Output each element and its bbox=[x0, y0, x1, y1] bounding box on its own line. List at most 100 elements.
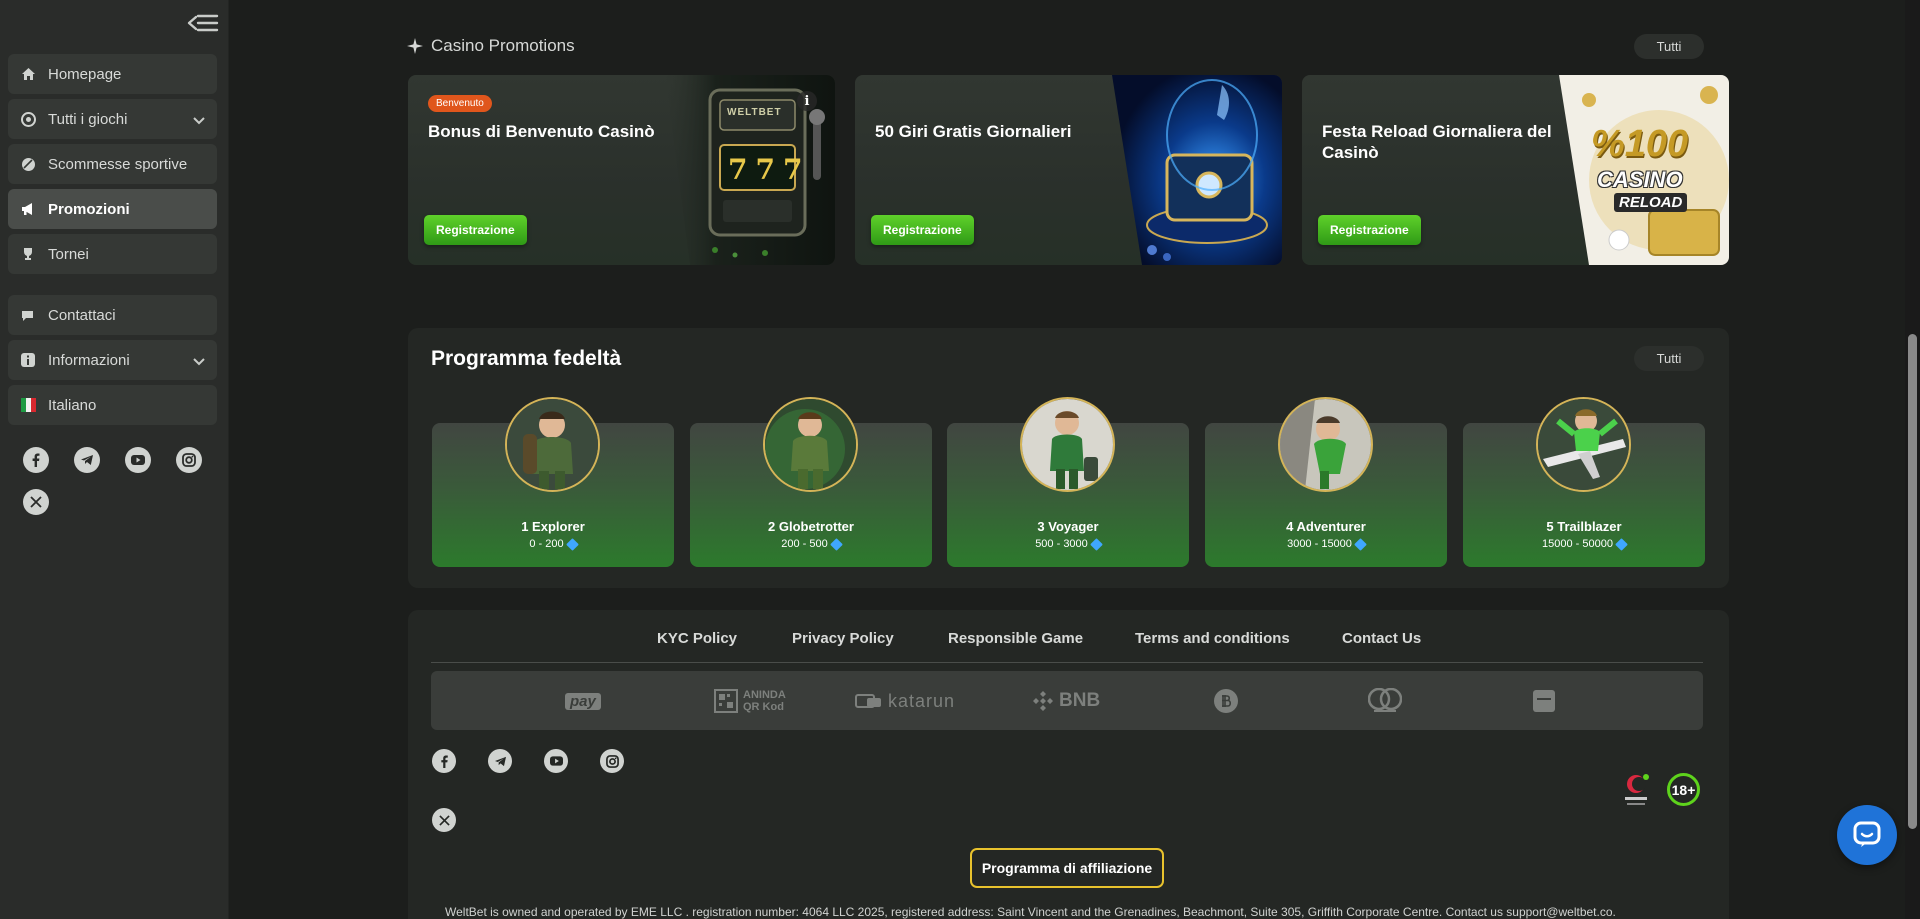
sidebar-item-all-games[interactable]: Tutti i giochi bbox=[8, 99, 217, 139]
welcome-badge: Benvenuto bbox=[428, 95, 492, 112]
sparkle-icon bbox=[407, 38, 423, 54]
age-restriction-badge: 18+ bbox=[1667, 773, 1700, 806]
tether-logo bbox=[1368, 688, 1402, 714]
youtube-icon[interactable] bbox=[544, 749, 568, 773]
chat-icon bbox=[20, 307, 36, 323]
telegram-icon[interactable] bbox=[74, 447, 100, 473]
bnb-logo: BNB bbox=[1032, 688, 1100, 714]
treasure-chest-image bbox=[1112, 75, 1282, 265]
chevron-down-icon bbox=[193, 112, 205, 129]
sidebar-item-label: Contattaci bbox=[48, 306, 116, 324]
loyalty-title: Programma fedeltà bbox=[431, 347, 622, 370]
live-chat-button[interactable] bbox=[1837, 805, 1897, 865]
sidebar-item-promotions[interactable]: Promozioni bbox=[8, 189, 217, 229]
footer-link-contact[interactable]: Contact Us bbox=[1342, 630, 1421, 647]
promo-title: 50 Giri Gratis Giornalieri bbox=[875, 122, 1072, 141]
sidebar-item-tournaments[interactable]: Tornei bbox=[8, 234, 217, 274]
casino-reload-image: %100 CASINO RELOAD bbox=[1559, 75, 1729, 265]
tier-name: 2 Globetrotter bbox=[768, 519, 854, 534]
gem-icon bbox=[1354, 537, 1367, 551]
papara-pay-logo: pay bbox=[565, 688, 601, 714]
instagram-icon[interactable] bbox=[600, 749, 624, 773]
aninda-qr-logo: ANINDA QR Kod bbox=[714, 688, 787, 714]
tier-card-trailblazer[interactable]: 5 Trailblazer 15000 - 50000 bbox=[1463, 397, 1705, 567]
promo-card-reload[interactable]: %100 CASINO RELOAD Festa Reload Giornali… bbox=[1302, 75, 1729, 265]
tier-range: 0 - 200 bbox=[432, 537, 674, 551]
sidebar-item-label: Scommesse sportive bbox=[48, 155, 188, 173]
telegram-icon[interactable] bbox=[488, 749, 512, 773]
trophy-icon bbox=[20, 246, 36, 262]
footer-link-kyc[interactable]: KYC Policy bbox=[657, 630, 737, 647]
slot-reels-text: 777 bbox=[728, 153, 811, 186]
tier-card-adventurer[interactable]: 4 Adventurer 3000 - 15000 bbox=[1205, 397, 1447, 567]
gem-icon bbox=[829, 537, 843, 551]
globetrotter-avatar bbox=[763, 397, 858, 492]
adventurer-avatar bbox=[1278, 397, 1373, 492]
italy-flag-icon bbox=[20, 397, 36, 413]
katarun-logo: katarun bbox=[855, 688, 955, 714]
footer-link-terms[interactable]: Terms and conditions bbox=[1135, 630, 1290, 647]
register-button[interactable]: Registrazione bbox=[1318, 215, 1421, 245]
facebook-icon[interactable] bbox=[432, 749, 456, 773]
tier-range: 15000 - 50000 bbox=[1463, 537, 1705, 551]
sports-icon bbox=[20, 156, 36, 172]
promotions-section-title: Casino Promotions bbox=[407, 36, 575, 56]
promo-title: Festa Reload Giornaliera del Casinò bbox=[1322, 122, 1552, 162]
tier-card-explorer[interactable]: 1 Explorer 0 - 200 bbox=[432, 397, 674, 567]
youtube-icon[interactable] bbox=[125, 447, 151, 473]
info-button[interactable]: i bbox=[797, 91, 817, 111]
slot-brand-text: WELTBET bbox=[727, 107, 782, 118]
trailblazer-avatar bbox=[1536, 397, 1631, 492]
megaphone-icon bbox=[20, 201, 36, 217]
promo-card-free-spins[interactable]: 50 Giri Gratis Giornalieri Registrazione bbox=[855, 75, 1282, 265]
gem-icon bbox=[1615, 537, 1628, 551]
x-twitter-icon[interactable] bbox=[432, 808, 456, 832]
scrollbar-thumb[interactable] bbox=[1908, 334, 1917, 829]
badge-label: Benvenuto bbox=[436, 98, 484, 109]
tier-name: 3 Voyager bbox=[1037, 519, 1099, 534]
info-icon bbox=[20, 352, 36, 368]
sidebar-item-information[interactable]: Informazioni bbox=[8, 340, 217, 380]
games-icon bbox=[20, 111, 36, 127]
gem-icon bbox=[565, 537, 579, 551]
sidebar-item-label: Tornei bbox=[48, 245, 89, 263]
sidebar-item-label: Italiano bbox=[48, 396, 97, 414]
register-button[interactable]: Registrazione bbox=[424, 215, 527, 245]
art-percent-text: %100 bbox=[1591, 123, 1689, 165]
footer-divider bbox=[431, 662, 1703, 663]
gem-icon bbox=[1089, 537, 1103, 551]
tier-card-voyager[interactable]: 3 Voyager 500 - 3000 bbox=[947, 397, 1189, 567]
sidebar-item-language[interactable]: Italiano bbox=[8, 385, 217, 425]
sidebar-item-homepage[interactable]: Homepage bbox=[8, 54, 217, 94]
affiliate-program-button[interactable]: Programma di affiliazione bbox=[970, 848, 1164, 888]
sidebar-item-sports[interactable]: Scommesse sportive bbox=[8, 144, 217, 184]
footer-link-responsible-game[interactable]: Responsible Game bbox=[948, 630, 1083, 647]
voyager-avatar bbox=[1020, 397, 1115, 492]
sidebar-item-label: Tutti i giochi bbox=[48, 110, 128, 128]
card-payment-logo bbox=[1532, 688, 1556, 714]
license-seal-icon[interactable] bbox=[1621, 773, 1651, 809]
facebook-icon[interactable] bbox=[23, 447, 49, 473]
bitcoin-logo bbox=[1214, 688, 1238, 714]
tier-range: 200 - 500 bbox=[690, 537, 932, 551]
tier-range: 3000 - 15000 bbox=[1205, 537, 1447, 551]
promotions-all-button[interactable]: Tutti bbox=[1634, 34, 1704, 59]
sidebar-item-label: Informazioni bbox=[48, 351, 130, 369]
chat-bubble-icon bbox=[1852, 820, 1882, 850]
sidebar-item-contact[interactable]: Contattaci bbox=[8, 295, 217, 335]
page-scrollbar[interactable] bbox=[1905, 0, 1920, 919]
tier-name: 1 Explorer bbox=[521, 519, 585, 534]
sidebar: Homepage Tutti i giochi Scommesse sporti… bbox=[0, 0, 229, 919]
legal-text: WeltBet is owned and operated by EME LLC… bbox=[445, 905, 1616, 919]
sidebar-item-label: Homepage bbox=[48, 65, 122, 83]
register-button[interactable]: Registrazione bbox=[871, 215, 974, 245]
collapse-menu-icon[interactable] bbox=[187, 12, 219, 34]
promo-card-welcome-bonus[interactable]: WELTBET 777 i Benvenuto Bonus di Benvenu… bbox=[408, 75, 835, 265]
chevron-down-icon bbox=[193, 353, 205, 370]
instagram-icon[interactable] bbox=[176, 447, 202, 473]
tier-card-globetrotter[interactable]: 2 Globetrotter 200 - 500 bbox=[690, 397, 932, 567]
loyalty-all-button[interactable]: Tutti bbox=[1634, 346, 1704, 371]
footer-link-privacy[interactable]: Privacy Policy bbox=[792, 630, 894, 647]
x-twitter-icon[interactable] bbox=[23, 489, 49, 515]
explorer-avatar bbox=[505, 397, 600, 492]
